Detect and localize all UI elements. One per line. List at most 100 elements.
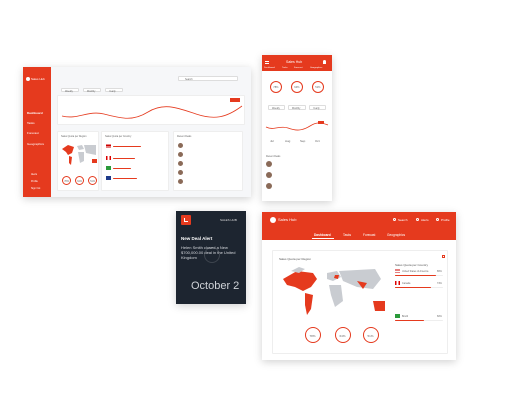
desktop-brand: Sales Hub <box>31 77 45 81</box>
deal-avatar <box>266 161 272 167</box>
tablet-country-name-2: Canada <box>402 281 411 285</box>
tablet-brand: Sales Hub <box>278 217 297 222</box>
mobile-seg-monthly[interactable]: Monthly <box>288 105 306 110</box>
tablet-tab-geographics[interactable]: Geographics <box>387 233 405 237</box>
ca-flag-icon <box>395 281 400 285</box>
mockup-stage: Sales Hub Dashboard Tasks Forecast Geogr… <box>0 0 529 407</box>
mobile-tab-geographics[interactable]: Geographics <box>310 67 322 69</box>
deal-avatar <box>178 161 183 166</box>
desktop-nav-signout[interactable]: Sign Out <box>31 187 40 190</box>
tablet-gauge-3: 51% <box>363 327 379 343</box>
bell-icon[interactable] <box>416 218 419 221</box>
mobile-brand: Sales Hub <box>286 60 303 64</box>
tablet-action-alerts[interactable]: Alerts <box>421 218 429 222</box>
mobile-tab-dashboard[interactable]: Dashboard <box>264 67 275 69</box>
desktop-nav-tasks[interactable]: Tasks <box>27 121 35 125</box>
tablet-tab-dashboard[interactable]: Dashboard <box>314 233 331 237</box>
desktop-dashboard-mockup: Sales Hub Dashboard Tasks Forecast Geogr… <box>23 67 251 197</box>
desktop-country-title: Sales Quota per Country <box>105 135 132 138</box>
mobile-month-sep: Sep <box>300 139 306 143</box>
tablet-header: Sales Hub Search Alerts Profile Dashboar… <box>262 212 456 240</box>
desktop-nav-alerts[interactable]: Alerts <box>31 173 37 176</box>
deal-avatar <box>178 170 183 175</box>
user-icon[interactable] <box>436 218 439 221</box>
watch-notification-mockup: SALES HUB New Deal Alert Helen Smith clo… <box>176 211 246 304</box>
desktop-gauge-2: 64% <box>75 176 84 185</box>
tablet-tab-tasks[interactable]: Tasks <box>343 233 351 237</box>
brand-logo-icon <box>26 77 30 81</box>
mobile-seg-weekly[interactable]: Weekly <box>268 105 285 110</box>
watch-date: October 2 <box>191 280 240 292</box>
desktop-gauge-3: 51% <box>88 176 97 185</box>
tablet-gauge-2: 64% <box>335 327 351 343</box>
us-flag-icon <box>106 144 111 148</box>
gb-flag-icon <box>106 176 111 180</box>
tablet-tab-forecast[interactable]: Forecast <box>363 233 375 237</box>
desktop-country-bar-4 <box>113 178 137 179</box>
desktop-country-panel: Sales Quota per Country <box>101 131 169 191</box>
tablet-tab-underline <box>312 238 334 239</box>
tablet-map-title: Sales Quota per Region <box>279 257 312 261</box>
tablet-action-profile[interactable]: Profile <box>441 218 450 222</box>
bar-chart-icon <box>184 218 188 222</box>
tablet-country-name-3: Brazil <box>402 314 408 318</box>
desktop-map-panel: Sales Quota per Region 78% 64% 51% <box>57 131 99 191</box>
desktop-nav-dashboard[interactable]: Dashboard <box>27 111 43 115</box>
mobile-gauge-2: 64% <box>291 81 303 93</box>
desktop-world-map <box>62 145 97 165</box>
watch-app-icon <box>181 215 191 225</box>
mobile-deals-title: Recent Deals <box>266 155 281 158</box>
tablet-country-name-1: United States of America <box>402 269 429 273</box>
deal-avatar <box>178 143 183 148</box>
menu-icon[interactable] <box>265 61 269 64</box>
desktop-tab-monthly[interactable]: Monthly <box>83 88 101 93</box>
watch-alert-title: New Deal Alert <box>181 236 213 241</box>
desktop-tab-yearly[interactable]: Yearly <box>105 88 123 93</box>
deal-avatar <box>178 179 183 184</box>
mobile-trend-line <box>265 121 329 131</box>
desktop-search-placeholder: Search <box>185 78 193 81</box>
desktop-tab-weekly[interactable]: Weekly <box>61 88 79 93</box>
mobile-header: Sales Hub Dashboard Tasks Forecast Geogr… <box>262 55 332 71</box>
desktop-trend-panel <box>57 95 245 125</box>
desktop-deals-title: Recent Deals <box>177 135 192 138</box>
desktop-map-title: Sales Quota per Region <box>61 135 87 138</box>
mobile-gauge-3: 51% <box>312 81 324 93</box>
br-flag-icon <box>106 166 111 170</box>
tablet-action-search[interactable]: Search <box>398 218 408 222</box>
mobile-month-aug: Aug <box>285 139 291 143</box>
ca-flag-icon <box>106 156 111 160</box>
tablet-country-bar-1 <box>395 275 436 276</box>
tablet-dashboard-mockup: Sales Hub Search Alerts Profile Dashboar… <box>262 212 456 360</box>
deal-avatar <box>266 183 272 189</box>
tablet-country-value-1: 86% <box>437 269 442 273</box>
desktop-search-input[interactable]: Search <box>178 76 238 81</box>
desktop-country-bar-3 <box>113 168 131 169</box>
mobile-gauge-1: 78% <box>270 81 282 93</box>
us-flag-icon <box>395 269 400 273</box>
desktop-country-bar-2 <box>113 158 135 159</box>
tablet-world-map <box>283 267 385 315</box>
bell-icon[interactable] <box>323 60 326 64</box>
desktop-nav-geographics[interactable]: Geographics <box>27 142 44 146</box>
tablet-country-value-2: 74% <box>437 281 442 285</box>
mobile-tab-tasks[interactable]: Tasks <box>282 67 288 69</box>
tablet-country-value-3: 60% <box>437 314 442 318</box>
mobile-seg-yearly[interactable]: Yearly <box>309 105 326 110</box>
expand-icon[interactable] <box>442 255 445 258</box>
mobile-tab-forecast[interactable]: Forecast <box>294 67 303 69</box>
mobile-month-oct: Oct <box>315 139 320 143</box>
search-icon[interactable] <box>393 218 396 221</box>
desktop-gauge-1: 78% <box>62 176 71 185</box>
watch-app-name: SALES HUB <box>220 218 237 222</box>
mobile-month-jul: Jul <box>270 139 274 143</box>
tablet-country-bar-2 <box>395 287 431 288</box>
desktop-nav-profile[interactable]: Profile <box>31 180 38 183</box>
desktop-nav-forecast[interactable]: Forecast <box>27 131 39 135</box>
tablet-gauge-1: 78% <box>305 327 321 343</box>
br-flag-icon <box>395 314 400 318</box>
mobile-dashboard-mockup: Sales Hub Dashboard Tasks Forecast Geogr… <box>262 55 332 201</box>
clock-hands-icon <box>204 247 220 263</box>
desktop-trend-line <box>61 98 243 119</box>
desktop-deals-panel: Recent Deals <box>173 131 243 191</box>
